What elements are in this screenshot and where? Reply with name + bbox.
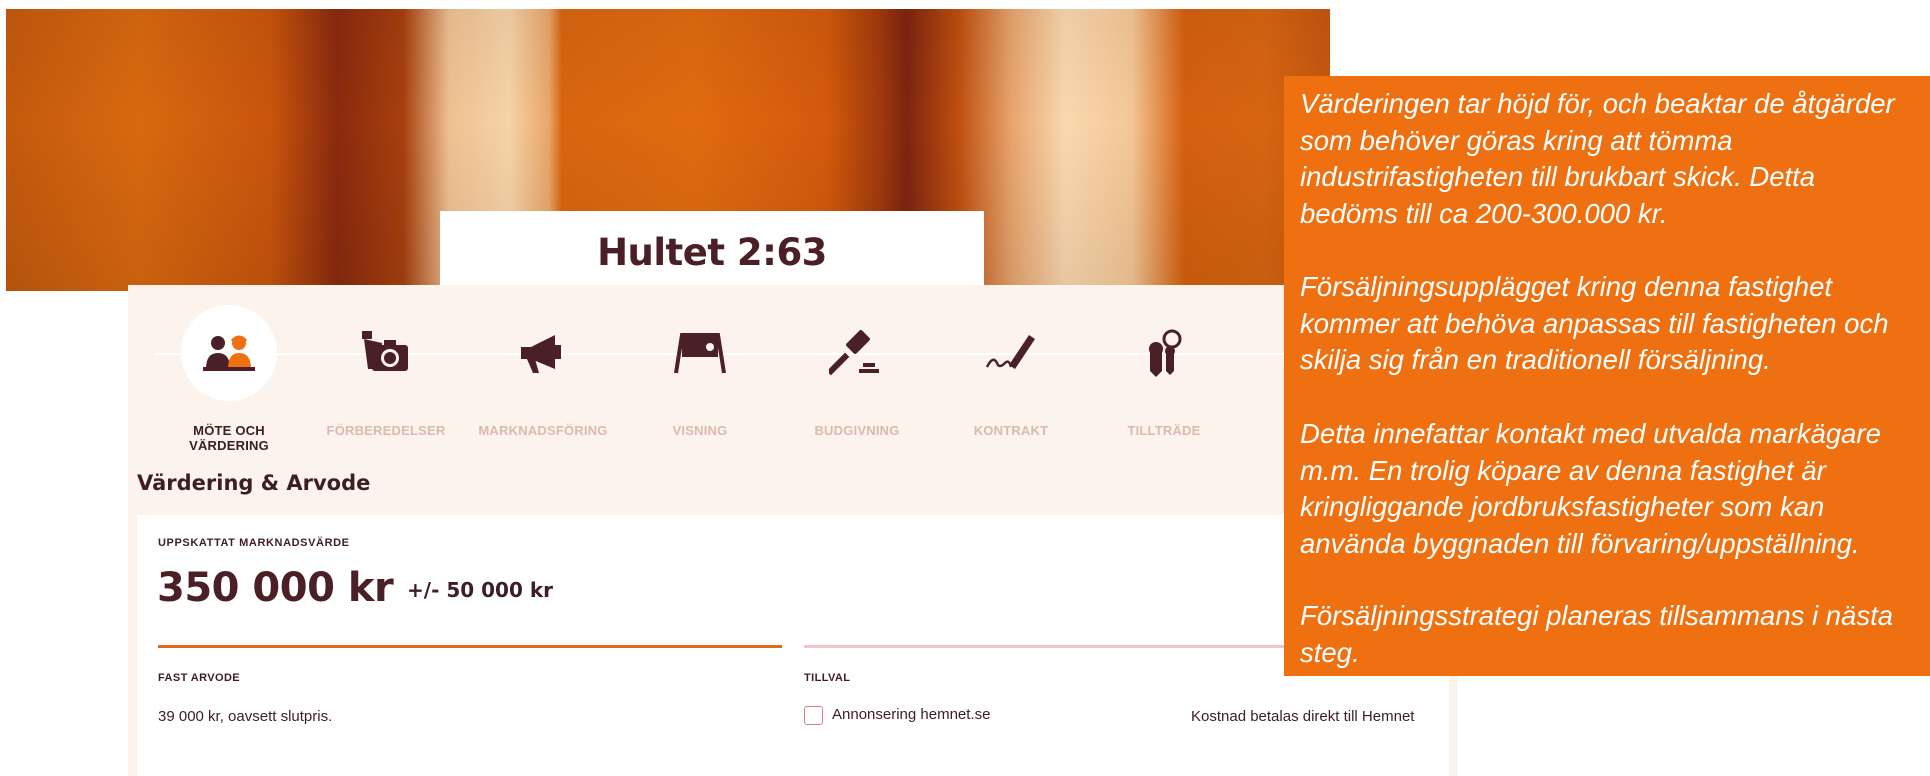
step-label: MÖTE OCH VÄRDERING <box>189 423 269 453</box>
info-overlay-box: Värderingen tar höjd för, och beaktar de… <box>1284 76 1930 676</box>
addon-note: Kostnad betalas direkt till Hemnet <box>1191 708 1415 725</box>
megaphone-icon <box>495 305 591 401</box>
step-mote-och-vardering[interactable]: MÖTE OCH VÄRDERING <box>154 305 304 453</box>
step-label: FÖRBEREDELSER <box>326 423 446 438</box>
note-paragraph-3: Detta innefattar kontakt med utvalda mar… <box>1300 418 1881 559</box>
price-range: +/- 50 000 kr <box>407 578 553 602</box>
step-label: KONTRAKT <box>973 423 1049 438</box>
fee-divider <box>158 645 782 648</box>
note-paragraph-2: Försäljningsupplägget kring denna fastig… <box>1300 271 1889 375</box>
process-panel: MÖTE OCH VÄRDERING FÖRBEREDELSER MARKNAD… <box>128 285 1458 776</box>
section-title: Värdering & Arvode <box>137 471 371 495</box>
step-label: MARKNADSFÖRING <box>478 423 608 438</box>
addon-label: TILLVAL <box>804 672 851 684</box>
step-label: VISNING <box>672 423 728 438</box>
keys-icon <box>1116 305 1212 401</box>
step-kontrakt[interactable]: KONTRAKT <box>936 305 1086 438</box>
note-paragraph-1: Värderingen tar höjd för, och beaktar de… <box>1300 88 1895 229</box>
property-title-box: Hultet 2:63 <box>440 211 984 287</box>
addon-option-label[interactable]: Annonsering hemnet.se <box>832 706 990 723</box>
fee-label: FAST ARVODE <box>158 672 241 684</box>
step-marknadsforing[interactable]: MARKNADSFÖRING <box>468 305 618 438</box>
estimate-label: UPPSKATTAT MARKNADSVÄRDE <box>158 537 350 549</box>
meeting-people-icon <box>181 305 277 401</box>
camera-icon <box>338 305 434 401</box>
hemnet-checkbox[interactable] <box>804 706 823 725</box>
step-tilltrade[interactable]: TILLTRÄDE <box>1089 305 1239 438</box>
step-label: TILLTRÄDE <box>1127 423 1201 438</box>
estimated-price: 350 000 kr <box>157 565 394 611</box>
fee-text: 39 000 kr, oavsett slutpris. <box>158 708 333 725</box>
step-label: BUDGIVNING <box>814 423 900 438</box>
sign-board-icon <box>652 305 748 401</box>
valuation-card: UPPSKATTAT MARKNADSVÄRDE 350 000 kr +/- … <box>137 515 1449 776</box>
gavel-icon <box>809 305 905 401</box>
step-visning[interactable]: VISNING <box>625 305 775 438</box>
step-budgivning[interactable]: BUDGIVNING <box>782 305 932 438</box>
note-paragraph-4: Försäljningsstrategi planeras tillsamman… <box>1300 600 1894 668</box>
step-forberedelser[interactable]: FÖRBEREDELSER <box>311 305 461 438</box>
signature-pen-icon <box>963 305 1059 401</box>
page-title: Hultet 2:63 <box>597 231 827 274</box>
